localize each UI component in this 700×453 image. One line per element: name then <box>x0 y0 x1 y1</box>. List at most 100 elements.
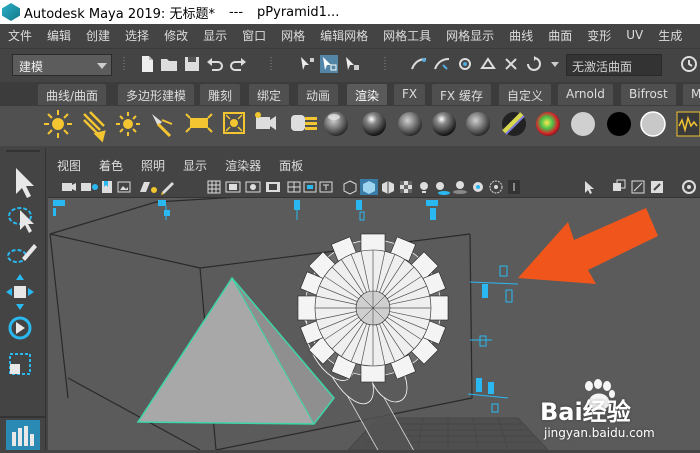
shelf-tab-rendering[interactable]: 渲染 <box>347 84 388 105</box>
menu-mesh-display[interactable]: 网格显示 <box>438 27 501 44</box>
smooth-mesh-preview-icon[interactable] <box>613 179 626 191</box>
history-icon[interactable] <box>680 55 698 73</box>
shelf-tab-more[interactable]: M <box>683 84 700 105</box>
default-material-icon[interactable] <box>382 181 394 194</box>
standard-surface-material-icon[interactable] <box>324 112 348 136</box>
save-scene-icon[interactable] <box>183 55 201 73</box>
shelf-tab-arnold[interactable]: Arnold <box>558 84 613 105</box>
snap-point-icon[interactable] <box>456 55 474 73</box>
rotate-tool-icon[interactable] <box>8 316 32 340</box>
spot-light-icon[interactable] <box>152 114 173 138</box>
textured-icon[interactable] <box>400 181 412 193</box>
phong-material-icon[interactable] <box>432 112 456 136</box>
image-plane-icon[interactable] <box>117 181 131 193</box>
phonge-material-icon[interactable] <box>466 112 490 136</box>
exposure-icon[interactable] <box>651 181 663 193</box>
surface-shader-icon[interactable] <box>571 112 595 136</box>
scale-tool-icon[interactable] <box>9 353 31 375</box>
panel-menu-lighting[interactable]: 照明 <box>132 157 174 174</box>
menu-curves[interactable]: 曲线 <box>501 27 540 44</box>
xray-joints-icon[interactable] <box>473 182 483 192</box>
xray-components-icon[interactable] <box>489 180 503 194</box>
new-scene-icon[interactable] <box>138 55 156 73</box>
lasso-tool-icon[interactable] <box>8 207 34 233</box>
panel-menu-show[interactable]: 显示 <box>174 157 216 174</box>
wireframe-icon[interactable] <box>343 180 357 195</box>
grease-pencil-icon[interactable] <box>161 182 174 195</box>
shelf-tab-bifrost[interactable]: Bifrost <box>621 84 676 105</box>
snap-curve-icon[interactable] <box>433 55 451 73</box>
menu-mesh[interactable]: 网格 <box>273 27 312 44</box>
menu-mesh-tools[interactable]: 网格工具 <box>375 27 438 44</box>
menu-create[interactable]: 创建 <box>78 27 117 44</box>
safe-title-icon[interactable] <box>319 181 333 193</box>
panel-layout-icon[interactable] <box>6 420 40 450</box>
hypershade-icon[interactable] <box>676 111 700 137</box>
menu-surfaces[interactable]: 曲面 <box>540 27 579 44</box>
shelf-tab-animation[interactable]: 动画 <box>298 84 339 105</box>
panel-menu-renderer[interactable]: 渲染器 <box>216 157 270 174</box>
menu-set-dropdown[interactable]: 建模 <box>12 54 112 76</box>
menu-window[interactable]: 窗口 <box>234 27 273 44</box>
blinn-material-icon[interactable] <box>362 112 386 136</box>
menu-file[interactable]: 文件 <box>0 27 39 44</box>
panel-menu-shading[interactable]: 着色 <box>90 157 132 174</box>
shelf-tab-fx-cache[interactable]: FX 缓存 <box>432 84 491 105</box>
shelf-tab-custom[interactable]: 自定义 <box>499 84 552 105</box>
bookmarks-icon[interactable] <box>102 181 112 193</box>
snap-view-plane-icon[interactable] <box>479 55 497 73</box>
use-background-icon[interactable] <box>607 112 631 136</box>
menu-display[interactable]: 显示 <box>195 27 234 44</box>
live-surface-field[interactable]: 无激活曲面 <box>566 54 662 76</box>
resolution-gate-icon[interactable] <box>245 181 261 193</box>
area-light-icon[interactable] <box>185 113 213 133</box>
menu-select[interactable]: 选择 <box>117 27 156 44</box>
point-light-icon[interactable] <box>116 112 140 136</box>
panel-menu-view[interactable]: 视图 <box>48 157 90 174</box>
volume-light-icon[interactable] <box>223 112 245 134</box>
color-management-icon[interactable] <box>682 180 696 194</box>
safe-action-icon[interactable] <box>303 181 317 193</box>
paint-select-tool-icon[interactable] <box>7 244 37 263</box>
bounding-box-icon[interactable] <box>631 180 645 194</box>
directional-light-icon[interactable] <box>83 111 106 143</box>
snap-grid-icon[interactable] <box>410 55 428 73</box>
gate-mask-icon[interactable] <box>266 182 280 192</box>
shelf-tab-fx[interactable]: FX <box>394 84 426 105</box>
camera-icon[interactable] <box>255 112 276 130</box>
move-tool-icon[interactable] <box>6 274 34 310</box>
menu-deform[interactable]: 变形 <box>579 27 618 44</box>
menu-uv[interactable]: UV <box>618 28 650 42</box>
camera-aim-icon[interactable] <box>291 115 317 131</box>
ramp-material-icon[interactable] <box>536 112 560 136</box>
shelf-tab-poly[interactable]: 多边形建模 <box>118 84 195 105</box>
lambert-material-icon[interactable] <box>398 112 422 136</box>
shelf-tab-rigging[interactable]: 绑定 <box>249 84 290 105</box>
isolate-select-icon[interactable] <box>508 180 520 194</box>
layered-shader-icon[interactable] <box>640 111 666 137</box>
2d-pan-zoom-icon[interactable] <box>140 182 157 193</box>
camera-attributes-icon[interactable] <box>81 183 98 191</box>
shadows-icon[interactable] <box>436 182 450 195</box>
select-tool-icon[interactable] <box>16 168 34 198</box>
select-hierarchy-icon[interactable] <box>298 55 316 73</box>
redo-icon[interactable] <box>229 55 247 73</box>
menu-modify[interactable]: 修改 <box>156 27 195 44</box>
chevron-down-icon[interactable] <box>546 55 564 73</box>
anisotropic-material-icon[interactable] <box>502 112 526 136</box>
panel-menu-panels[interactable]: 面板 <box>270 157 312 174</box>
shelf-tab-curves[interactable]: 曲线/曲面 <box>38 84 107 105</box>
xray-icon[interactable] <box>453 181 467 194</box>
select-components-icon[interactable] <box>343 55 361 73</box>
menu-edit-mesh[interactable]: 编辑网格 <box>312 27 375 44</box>
grid-icon[interactable] <box>207 180 221 194</box>
make-live-icon[interactable] <box>525 55 543 73</box>
select-tool-toggle-icon[interactable] <box>585 181 594 194</box>
select-camera-icon[interactable] <box>62 183 76 191</box>
ambient-light-icon[interactable] <box>44 110 72 138</box>
undo-icon[interactable] <box>206 55 224 73</box>
smooth-shade-icon[interactable] <box>360 179 378 195</box>
menu-edit[interactable]: 编辑 <box>39 27 78 44</box>
film-gate-icon[interactable] <box>225 181 241 193</box>
menu-generate[interactable]: 生成 <box>650 27 689 44</box>
